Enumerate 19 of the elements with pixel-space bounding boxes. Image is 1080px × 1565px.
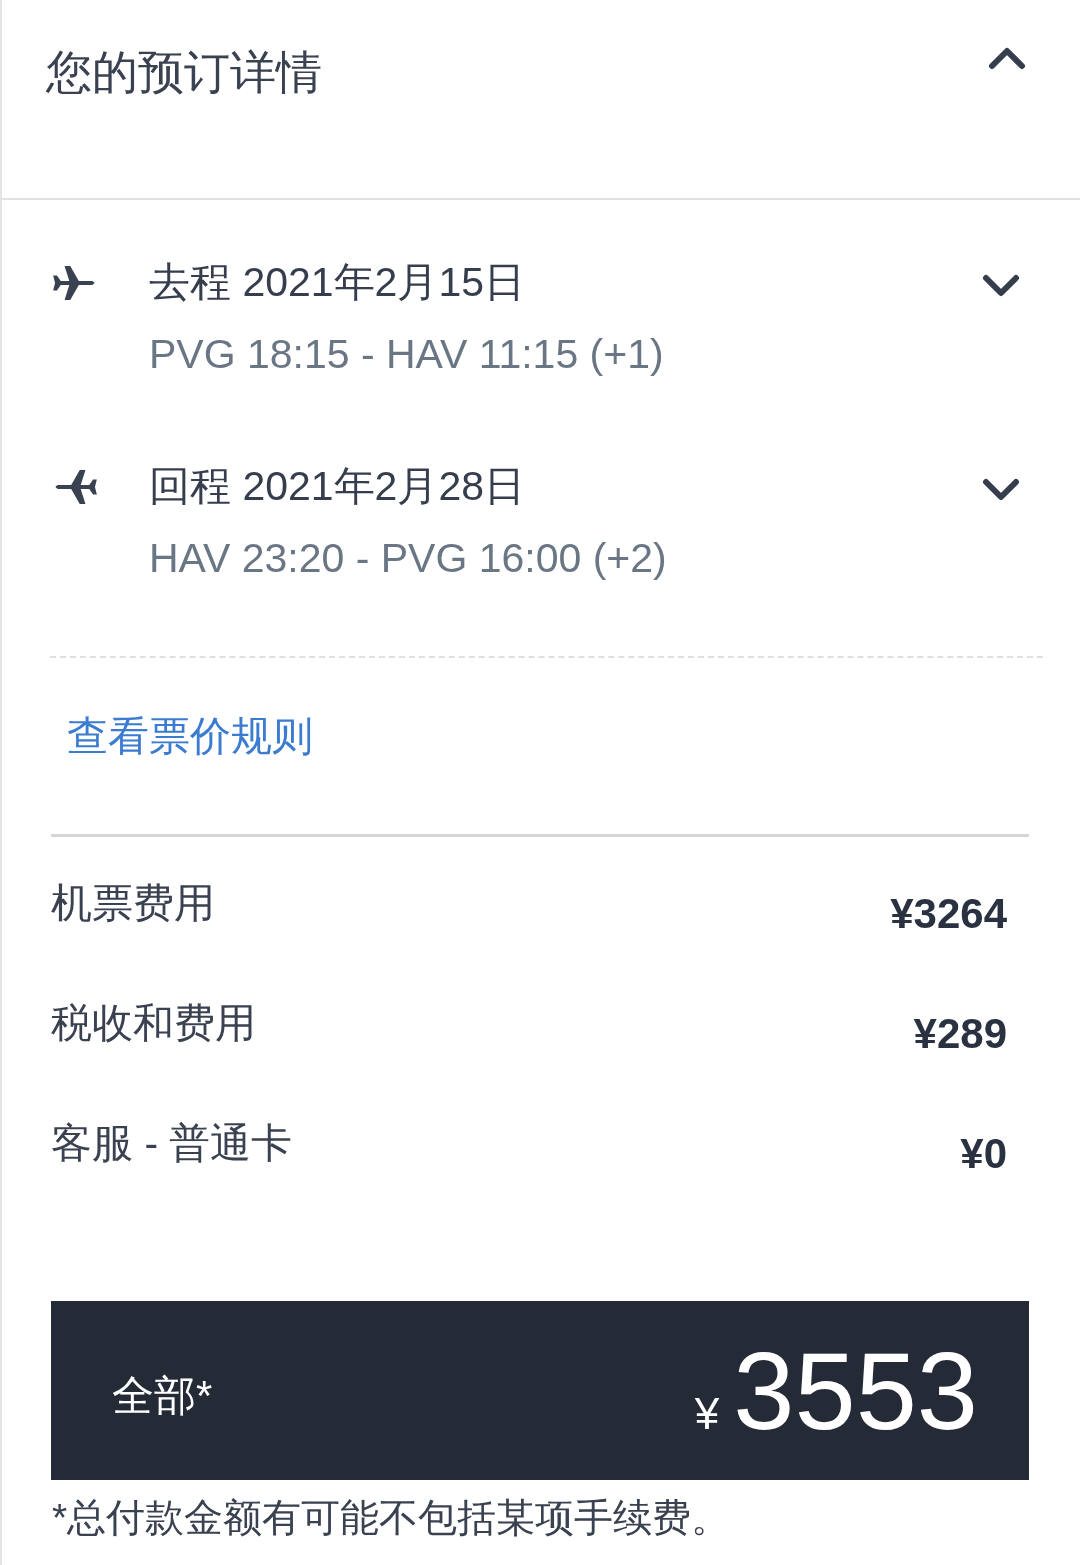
flight-route: HAV 23:20 - PVG 16:00 (+2) xyxy=(149,534,667,582)
price-amount: ¥289 xyxy=(913,1010,1007,1058)
price-label: 客服 - 普通卡 xyxy=(51,1119,293,1167)
flight-date: 回程 2021年2月28日 xyxy=(149,462,525,510)
price-amount: ¥3264 xyxy=(890,890,1007,938)
flight-route: PVG 18:15 - HAV 11:15 (+1) xyxy=(149,330,664,378)
total-label: 全部* xyxy=(112,1370,213,1421)
total-amount: 3553 xyxy=(733,1334,978,1447)
chevron-down-icon[interactable] xyxy=(982,478,1020,502)
price-amount: ¥0 xyxy=(960,1130,1007,1178)
footnote: *总付款金额有可能不包括某项手续费。 xyxy=(52,1495,731,1541)
fare-rules-link[interactable]: 查看票价规则 xyxy=(67,712,313,760)
section-title: 您的预订详情 xyxy=(46,45,322,100)
chevron-up-icon[interactable] xyxy=(988,46,1026,70)
currency-symbol: ¥ xyxy=(694,1388,720,1439)
price-label: 税收和费用 xyxy=(51,999,256,1047)
flight-date: 去程 2021年2月15日 xyxy=(149,258,525,306)
price-label: 机票费用 xyxy=(51,879,215,927)
chevron-down-icon[interactable] xyxy=(982,274,1020,298)
